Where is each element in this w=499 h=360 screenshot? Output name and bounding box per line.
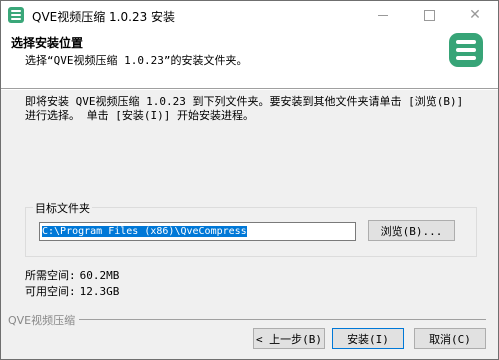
footer-branding: QVE视频压缩 <box>8 314 76 327</box>
minimize-button[interactable] <box>360 1 406 30</box>
page-header: 选择安装位置 选择“QVE视频压缩 1.0.23”的安装文件夹。 <box>1 30 498 88</box>
window-title: QVE视频压缩 1.0.23 安装 <box>32 10 176 24</box>
maximize-button[interactable] <box>406 1 452 30</box>
back-button[interactable]: < 上一步(B) <box>253 328 325 349</box>
close-button[interactable]: ✕ <box>452 1 498 30</box>
required-space-value: 60.2MB <box>79 269 120 282</box>
close-icon: ✕ <box>469 7 481 23</box>
available-space-value: 12.3GB <box>79 285 120 298</box>
header-divider-highlight <box>1 89 498 90</box>
target-folder-label: 目标文件夹 <box>33 200 92 216</box>
required-space-label: 所需空间: <box>25 269 76 282</box>
install-description: 即将安装 QVE视频压缩 1.0.23 到下列文件夹。要安装到其他文件夹请单击 … <box>25 95 464 122</box>
footer-divider <box>79 319 486 320</box>
install-path-input[interactable]: C:\Program Files (x86)\QveCompress <box>39 222 356 241</box>
install-path-value: C:\Program Files (x86)\QveCompress <box>42 226 247 237</box>
title-bar: QVE视频压缩 1.0.23 安装 ✕ <box>1 1 498 30</box>
install-button[interactable]: 安装(I) <box>332 328 404 349</box>
page-title: 选择安装位置 <box>11 36 84 50</box>
required-space: 所需空间: 60.2MB <box>25 267 119 283</box>
minimize-icon <box>378 15 388 16</box>
available-space-label: 可用空间: <box>25 285 76 298</box>
maximize-icon <box>423 10 435 21</box>
page-subtitle: 选择“QVE视频压缩 1.0.23”的安装文件夹。 <box>25 54 248 67</box>
app-logo-icon <box>8 7 24 23</box>
available-space: 可用空间: 12.3GB <box>25 283 119 299</box>
header-logo-icon <box>449 33 483 67</box>
cancel-button[interactable]: 取消(C) <box>414 328 486 349</box>
browse-button[interactable]: 浏览(B)... <box>368 220 455 241</box>
installer-window: QVE视频压缩 1.0.23 安装 ✕ 选择安装位置 选择“QVE视频压缩 1.… <box>0 0 499 360</box>
